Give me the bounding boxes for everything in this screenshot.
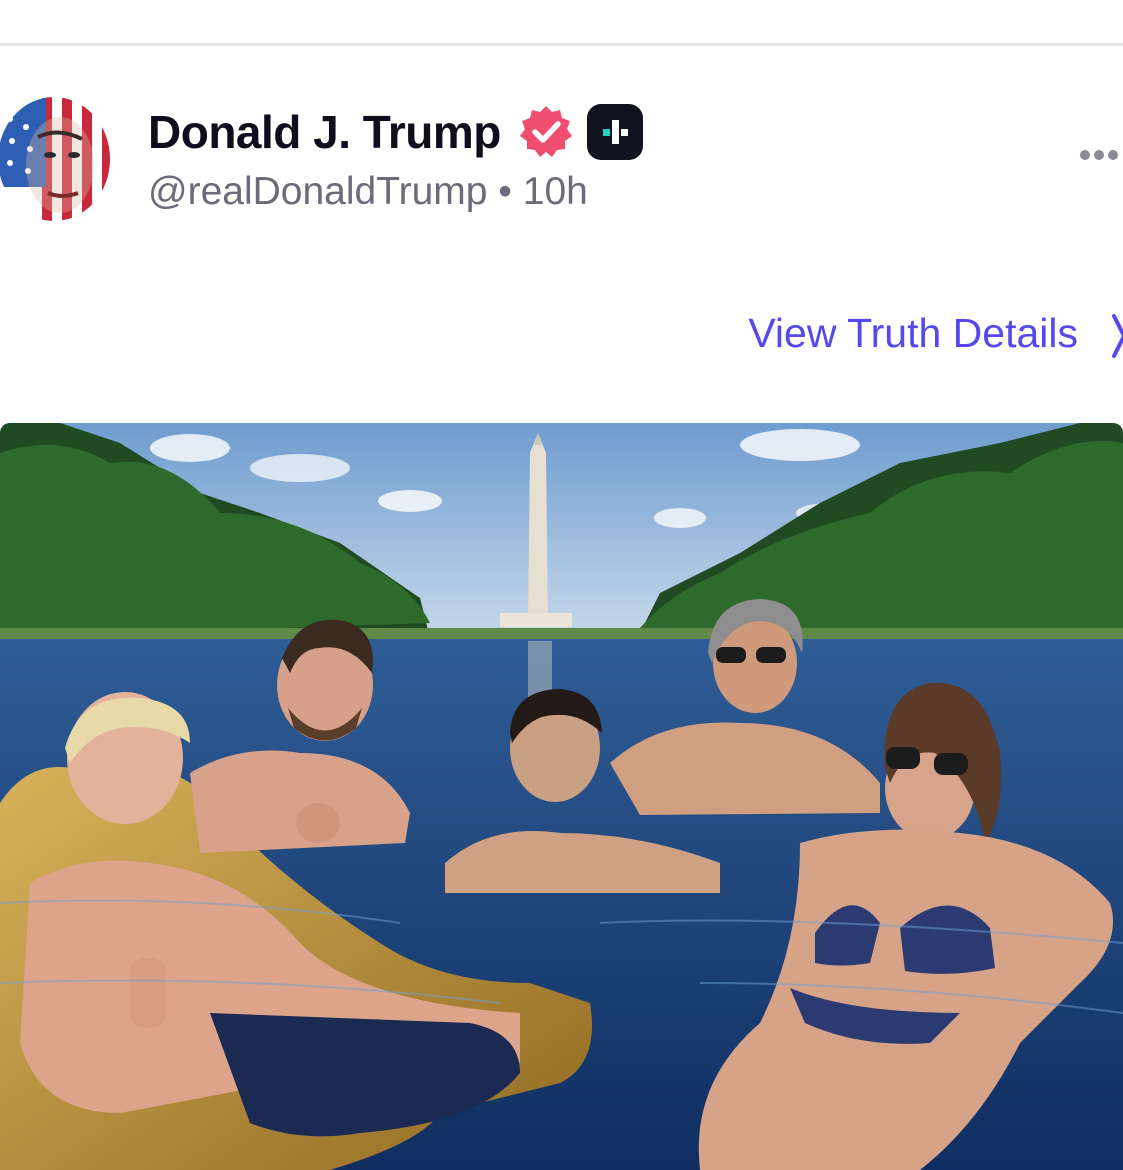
more-dot [1080, 150, 1090, 160]
view-truth-details-link[interactable]: View Truth Details [748, 310, 1078, 357]
more-options-icon[interactable] [1080, 150, 1118, 160]
author-name[interactable]: Donald J. Trump [148, 105, 501, 159]
post-time: 10h [522, 170, 588, 213]
post-image[interactable] [0, 423, 1123, 1170]
more-dot [1108, 150, 1118, 160]
flag-portrait-icon [0, 97, 110, 221]
meta-separator: • [498, 170, 512, 213]
verified-badge-icon [517, 103, 575, 161]
truth-plus-icon [586, 104, 643, 160]
author-handle[interactable]: @realDonaldTrump [148, 170, 487, 213]
more-dot [1094, 150, 1104, 160]
post-meta: @realDonaldTrump • 10h [148, 170, 588, 214]
top-divider [0, 43, 1123, 46]
post-image-illustration [0, 423, 1123, 1170]
author-name-row: Donald J. Trump [148, 100, 643, 164]
author-avatar[interactable] [0, 97, 110, 221]
chevron-right-icon[interactable] [1108, 308, 1123, 364]
